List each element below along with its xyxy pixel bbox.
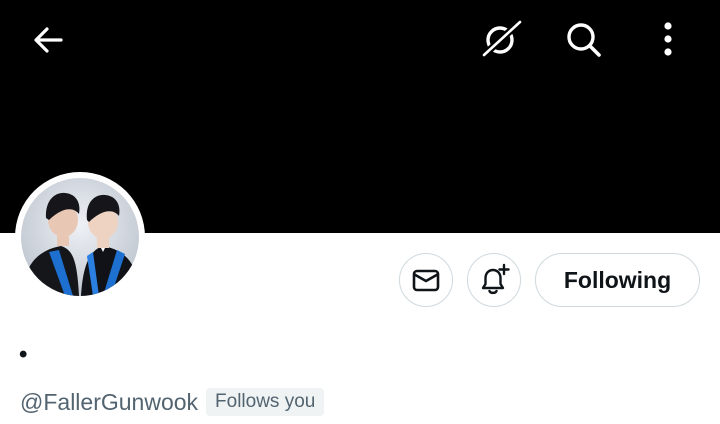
search-button[interactable] bbox=[561, 17, 605, 61]
back-button[interactable] bbox=[26, 18, 70, 62]
avatar-photo bbox=[21, 178, 139, 296]
notifications-button[interactable] bbox=[467, 253, 521, 307]
envelope-icon bbox=[412, 269, 440, 292]
grok-button[interactable] bbox=[479, 17, 523, 61]
display-name: • bbox=[19, 341, 28, 368]
profile-avatar[interactable] bbox=[15, 172, 145, 302]
more-options-button[interactable] bbox=[646, 17, 690, 61]
message-button[interactable] bbox=[399, 253, 453, 307]
handle-row: @FallerGunwook Follows you bbox=[20, 386, 325, 418]
grok-icon bbox=[480, 18, 523, 59]
bell-plus-icon bbox=[481, 263, 510, 295]
follows-you-badge: Follows you bbox=[206, 388, 325, 416]
search-icon bbox=[567, 23, 601, 57]
following-button[interactable]: Following bbox=[535, 253, 700, 307]
back-arrow-icon bbox=[34, 27, 63, 53]
more-vertical-icon bbox=[664, 22, 672, 56]
username-handle: @FallerGunwook bbox=[20, 389, 199, 415]
